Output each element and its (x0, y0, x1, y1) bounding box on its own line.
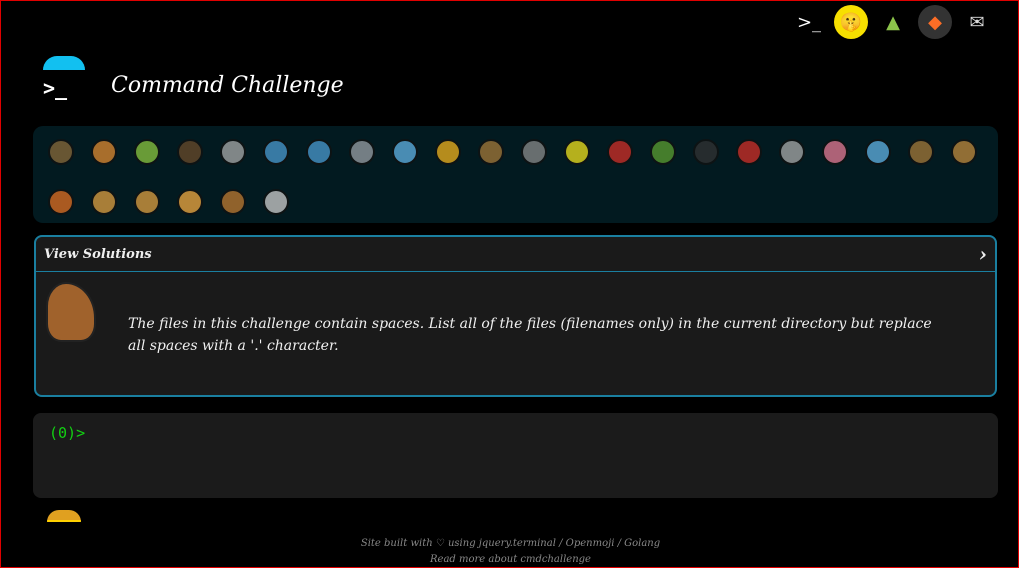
small-logo-icon (47, 510, 81, 522)
cmdchallenge-icon[interactable]: >_ (792, 5, 826, 39)
challenge-dolphin[interactable] (340, 134, 383, 170)
worm-icon (821, 139, 848, 165)
tiger-icon (176, 188, 203, 215)
challenge-tiger[interactable] (168, 184, 211, 220)
mail-icon[interactable]: ✉ (960, 5, 994, 39)
gitlab-icon[interactable]: ◆ (918, 5, 952, 39)
challenge-cat[interactable] (82, 184, 125, 220)
solutions-panel: View Solutions › The files in this chall… (34, 235, 997, 397)
challenge-bee[interactable] (555, 134, 598, 170)
terminal[interactable]: (0)> (33, 413, 998, 498)
logo-dome (43, 56, 85, 70)
challenge-dog[interactable] (942, 134, 985, 170)
logo-prompt: >_ (43, 76, 68, 100)
challenge-fly[interactable] (770, 134, 813, 170)
logo[interactable]: >_ (41, 56, 87, 102)
monkey-icon (907, 139, 934, 165)
challenge-tropical-fish[interactable] (426, 134, 469, 170)
challenge-blowfish[interactable] (469, 134, 512, 170)
spouting-whale-icon (262, 139, 289, 165)
ant-icon (176, 139, 203, 165)
challenge-microbe[interactable] (856, 134, 899, 170)
cat-icon (90, 188, 117, 215)
blowfish-icon (477, 139, 504, 165)
page-title: Command Challenge (111, 73, 344, 98)
challenge-lion[interactable] (125, 184, 168, 220)
footer-credits[interactable]: Site built with ♡ using jquery.terminal … (1, 538, 1019, 549)
challenge-whale[interactable] (297, 134, 340, 170)
scorpion-icon (735, 139, 762, 165)
shushing-face-icon[interactable]: 🤫 (834, 5, 868, 39)
challenge-fox[interactable] (39, 184, 82, 220)
footer-read-more-link[interactable]: Read more about cmdchallenge (1, 554, 1019, 565)
fish-icon (391, 139, 418, 165)
challenge-caterpillar[interactable] (125, 134, 168, 170)
challenge-fish[interactable] (383, 134, 426, 170)
cricket-icon (649, 139, 676, 165)
fox-icon (47, 188, 74, 215)
challenge-animal-list (33, 126, 998, 223)
spider-icon (692, 139, 719, 165)
chevron-right-icon: › (979, 242, 987, 266)
caterpillar-icon (133, 139, 160, 165)
challenge-spider-web[interactable] (211, 134, 254, 170)
challenge-snail[interactable] (39, 134, 82, 170)
spider-web-icon (219, 139, 246, 165)
challenge-spouting-whale[interactable] (254, 134, 297, 170)
view-solutions-label: View Solutions (44, 246, 152, 262)
challenge-wolf[interactable] (512, 134, 555, 170)
challenge-spider[interactable] (684, 134, 727, 170)
horse-icon (219, 188, 246, 215)
bee-icon (563, 139, 590, 165)
top-links: >_ 🤫 ▲ ◆ ✉ (792, 5, 994, 39)
lady-beetle-icon (606, 139, 633, 165)
butterfly-icon (90, 139, 117, 165)
lion-icon (133, 188, 160, 215)
terminal-prompt: (0)> (49, 424, 86, 442)
challenge-horse[interactable] (211, 184, 254, 220)
challenge-ant[interactable] (168, 134, 211, 170)
tropical-fish-icon (434, 139, 461, 165)
challenge-worm[interactable] (813, 134, 856, 170)
snail-icon (47, 139, 74, 165)
fly-icon (778, 139, 805, 165)
challenge-lady-beetle[interactable] (598, 134, 641, 170)
challenge-scorpion[interactable] (727, 134, 770, 170)
challenge-cricket[interactable] (641, 134, 684, 170)
challenge-unicorn[interactable] (254, 184, 297, 220)
horse-icon (46, 282, 96, 342)
view-solutions-toggle[interactable]: View Solutions › (36, 237, 995, 272)
microbe-icon (864, 139, 891, 165)
dog-icon (950, 139, 977, 165)
unicorn-icon (262, 188, 289, 215)
wolf-icon (520, 139, 547, 165)
tree-icon[interactable]: ▲ (876, 5, 910, 39)
challenge-description: The files in this challenge contain spac… (128, 316, 932, 354)
challenge-monkey[interactable] (899, 134, 942, 170)
dolphin-icon (348, 139, 375, 165)
challenge-butterfly[interactable] (82, 134, 125, 170)
whale-icon (305, 139, 332, 165)
